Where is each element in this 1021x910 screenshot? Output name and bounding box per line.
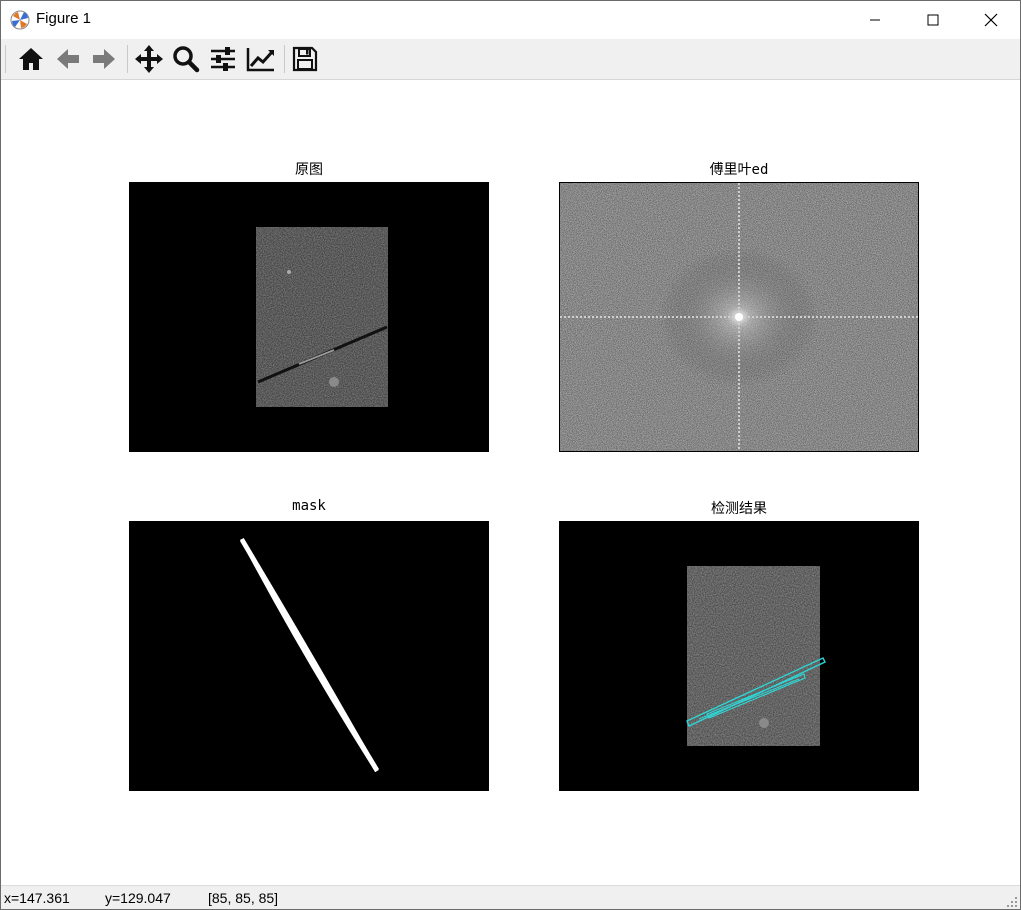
toolbar-separator — [284, 45, 285, 73]
back-button[interactable] — [51, 43, 85, 75]
cursor-y-readout: y=129.047 — [105, 890, 171, 906]
toolbar-grip — [5, 45, 6, 73]
app-icon — [10, 10, 30, 30]
pan-button[interactable] — [132, 43, 166, 75]
cursor-x-readout: x=147.361 — [4, 890, 70, 906]
minimize-button[interactable] — [846, 1, 904, 39]
close-icon — [984, 13, 998, 27]
minimize-icon — [870, 19, 880, 21]
configure-subplots-button[interactable] — [206, 43, 240, 75]
axes-result[interactable] — [559, 521, 919, 791]
close-button[interactable] — [962, 1, 1020, 39]
window-title: Figure 1 — [36, 10, 92, 27]
subplot-title-fourier: 傅里叶ed — [709, 162, 769, 178]
mask-image — [240, 537, 379, 773]
subplot-title-result: 检测结果 — [711, 501, 767, 517]
original-image — [256, 227, 388, 407]
back-arrow-icon — [57, 49, 79, 69]
home-icon — [19, 48, 43, 70]
axes-fourier[interactable] — [559, 182, 919, 452]
resize-grip-icon[interactable] — [1006, 896, 1018, 908]
figure-canvas[interactable]: 原图 傅里叶ed mask 检测结果 — [1, 80, 1020, 885]
status-bar: x=147.361 y=129.047 [85, 85, 85] — [1, 885, 1020, 909]
zoom-icon — [173, 46, 200, 73]
maximize-button[interactable] — [904, 1, 962, 39]
navigation-toolbar — [1, 39, 1020, 80]
axes-mask[interactable] — [129, 521, 489, 791]
maximize-icon — [927, 14, 939, 26]
fourier-spectrum-image — [560, 183, 918, 451]
save-icon — [292, 46, 318, 72]
edit-axis-icon — [246, 48, 274, 72]
result-image — [686, 566, 826, 746]
pixel-value-readout: [85, 85, 85] — [208, 890, 279, 906]
toolbar-separator — [127, 45, 128, 73]
edit-axis-button[interactable] — [244, 43, 278, 75]
pan-icon — [135, 45, 163, 73]
home-button[interactable] — [14, 43, 48, 75]
axes-original[interactable] — [129, 182, 489, 452]
configure-subplots-icon — [211, 47, 235, 71]
save-button[interactable] — [288, 43, 322, 75]
figure-window: Figure 1 原图 傅里叶ed mask 检测结果 x=147.361 y=… — [0, 0, 1021, 910]
zoom-button[interactable] — [169, 43, 203, 75]
subplot-title-mask: mask — [292, 498, 326, 514]
forward-button[interactable] — [87, 43, 121, 75]
title-bar: Figure 1 — [1, 1, 1020, 39]
subplot-title-original: 原图 — [295, 162, 323, 178]
forward-arrow-icon — [93, 49, 115, 69]
